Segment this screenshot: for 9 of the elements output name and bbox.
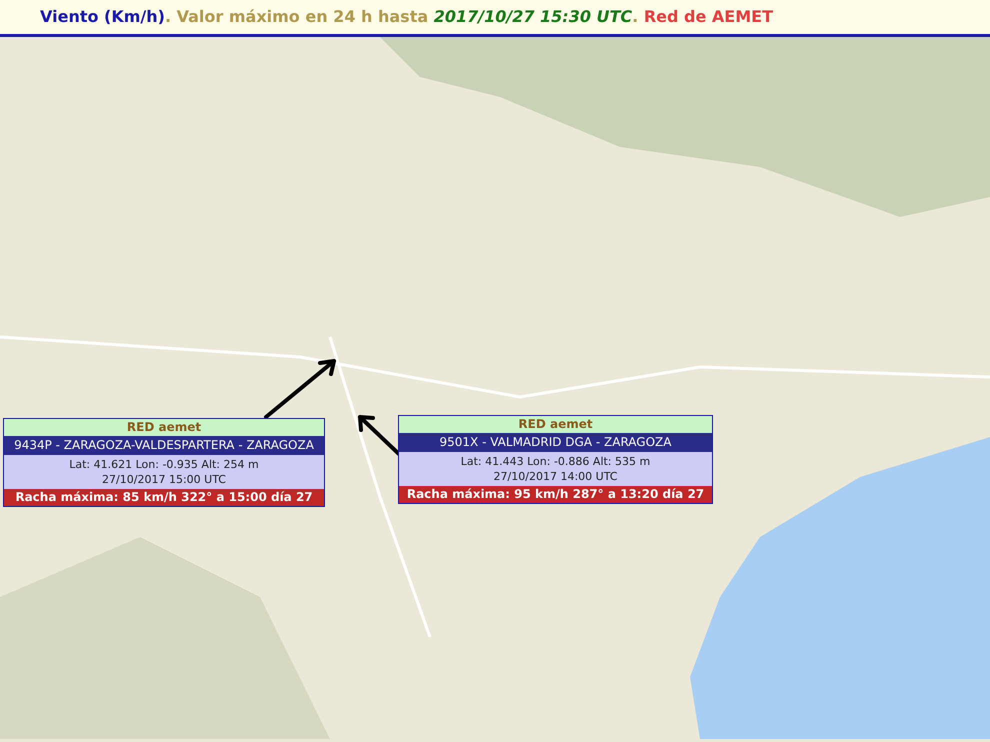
station-info: Lat: 41.621 Lon: -0.935 Alt: 254 m 27/10/2017 15:00 UTC	[4, 455, 324, 489]
max-gust-text: Racha máxima: 85 km/h 322° a 15:00 día 27	[4, 489, 324, 506]
map-title: Viento (Km/h). Valor máximo en 24 h hasta 2017/10/27 15:30 UTC. Red de AEMET	[40, 6, 773, 28]
max-gust-text: Racha máxima: 95 km/h 287° a 13:20 día 27	[399, 486, 712, 503]
station-name: 9434P - ZARAGOZA-VALDESPARTERA - ZARAGOZA	[4, 436, 324, 455]
station-name: 9501X - VALMADRID DGA - ZARAGOZA	[399, 433, 712, 452]
station-info: Lat: 41.443 Lon: -0.886 Alt: 535 m 27/10/2017 14:00 UTC	[399, 452, 712, 486]
network-label: RED aemet	[399, 416, 712, 433]
network-label: RED aemet	[4, 419, 324, 436]
